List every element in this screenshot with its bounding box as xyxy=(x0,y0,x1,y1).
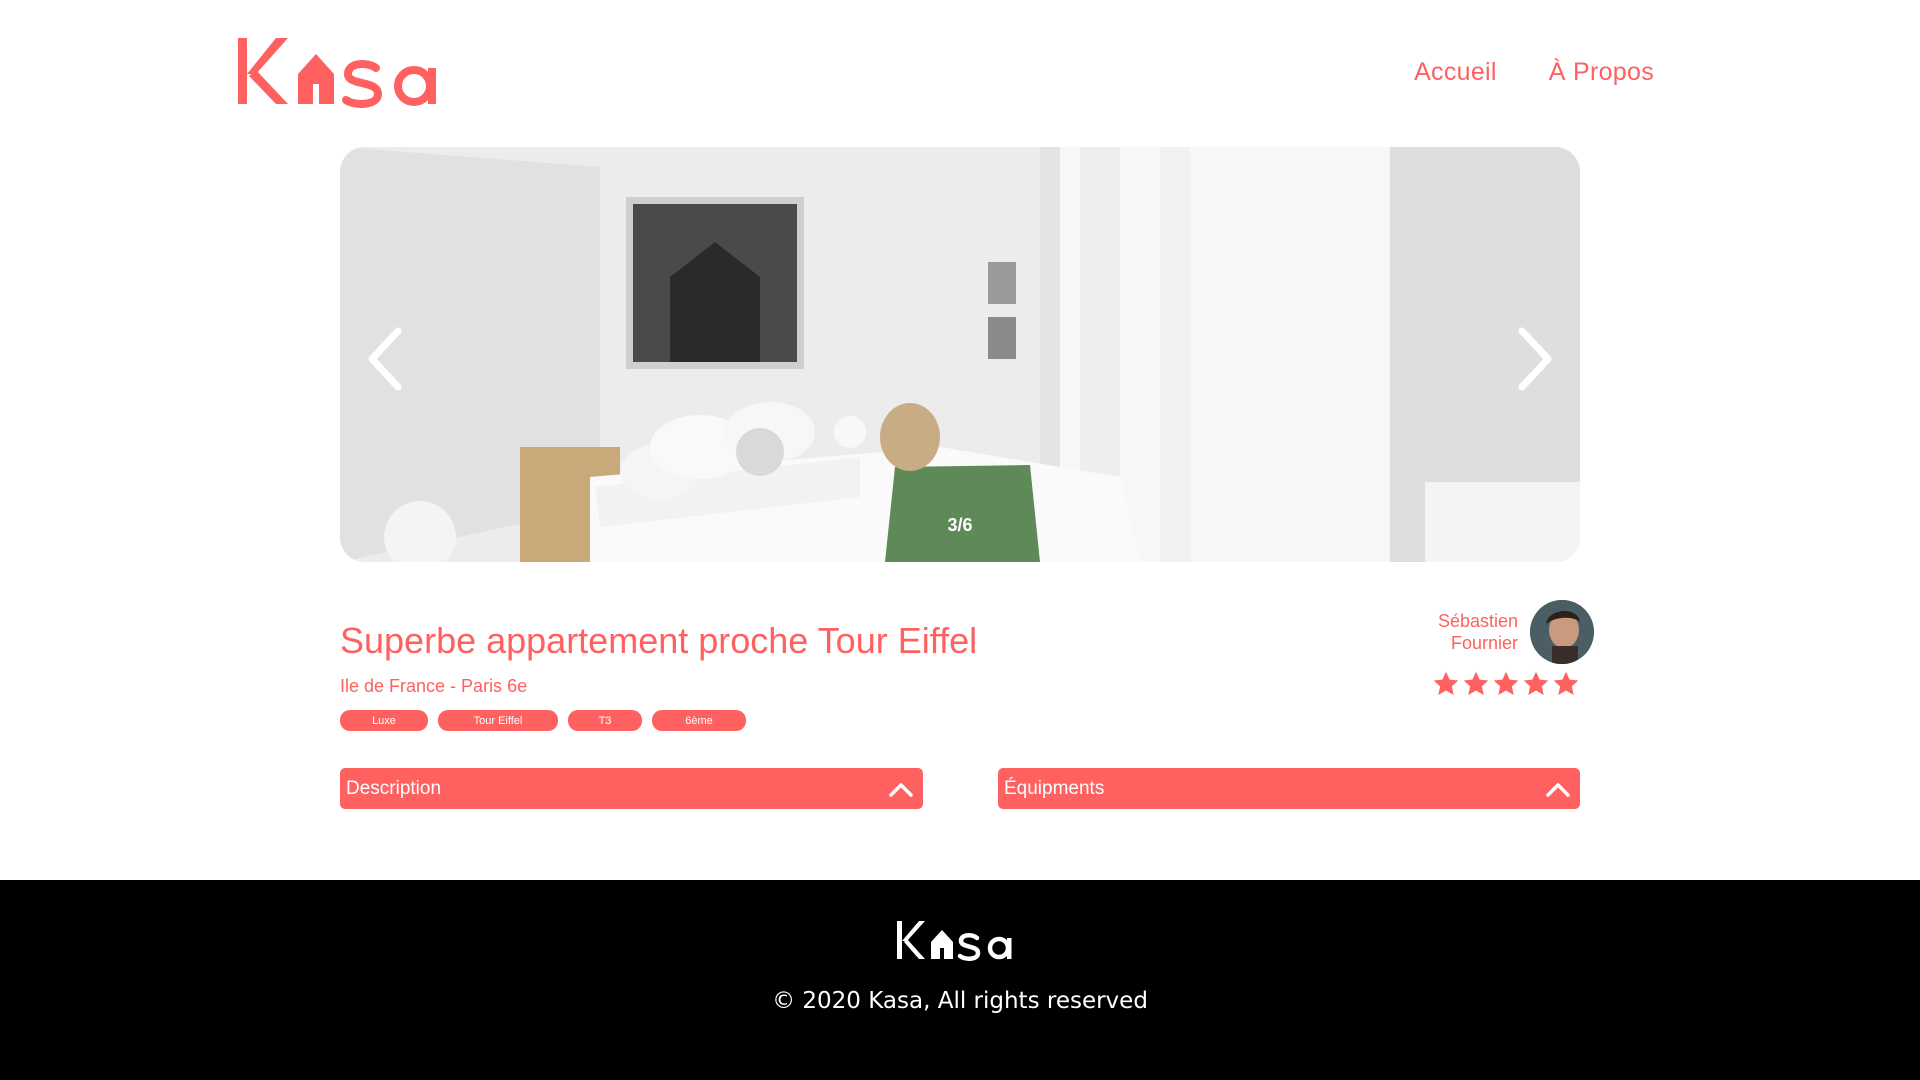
description-collapse-button[interactable]: Description xyxy=(340,768,923,809)
tag-list: Luxe Tour Eiffel T3 6ème xyxy=(340,710,746,731)
kasa-logo[interactable] xyxy=(236,34,458,110)
main-nav: Accueil À Propos xyxy=(1414,58,1654,87)
chevron-right-icon[interactable] xyxy=(1502,319,1562,399)
host-rating xyxy=(1432,670,1580,698)
listing-photo xyxy=(340,147,1580,562)
kasa-footer-logo xyxy=(897,921,1012,961)
star-icon xyxy=(1523,671,1549,695)
star-icon xyxy=(1433,671,1459,695)
photo-carousel: 3/6 xyxy=(340,147,1580,562)
star-icon xyxy=(1463,671,1489,695)
tag: Luxe xyxy=(340,710,428,731)
site-header: Accueil À Propos xyxy=(0,0,1920,140)
host-first-name: Sébastien xyxy=(1437,611,1518,631)
host-name: Sébastien Fournier xyxy=(1438,610,1518,654)
equipments-label: Équipments xyxy=(1004,777,1105,799)
avatar xyxy=(1530,600,1594,664)
listing-location: Ile de France - Paris 6e xyxy=(340,676,528,696)
host-info: Sébastien Fournier xyxy=(1438,600,1594,664)
equipments-collapse-button[interactable]: Équipments xyxy=(998,768,1580,809)
tag: Tour Eiffel xyxy=(438,710,558,731)
tag: T3 xyxy=(568,710,642,731)
copyright-text: © 2020 Kasa, All rights reserved xyxy=(772,988,1148,1014)
tag: 6ème xyxy=(652,710,746,731)
photo-counter: 3/6 xyxy=(947,515,973,535)
listing-title: Superbe appartement proche Tour Eiffel xyxy=(340,620,978,661)
description-label: Description xyxy=(346,777,442,799)
star-icon xyxy=(1493,671,1519,695)
chevron-up-icon xyxy=(889,782,913,797)
host-last-name: Fournier xyxy=(1450,633,1518,653)
nav-link-home[interactable]: Accueil xyxy=(1414,58,1497,87)
chevron-up-icon xyxy=(1546,782,1570,797)
chevron-left-icon[interactable] xyxy=(358,319,418,399)
star-icon xyxy=(1553,671,1579,695)
nav-link-about[interactable]: À Propos xyxy=(1549,58,1654,87)
site-footer xyxy=(0,880,1920,1080)
